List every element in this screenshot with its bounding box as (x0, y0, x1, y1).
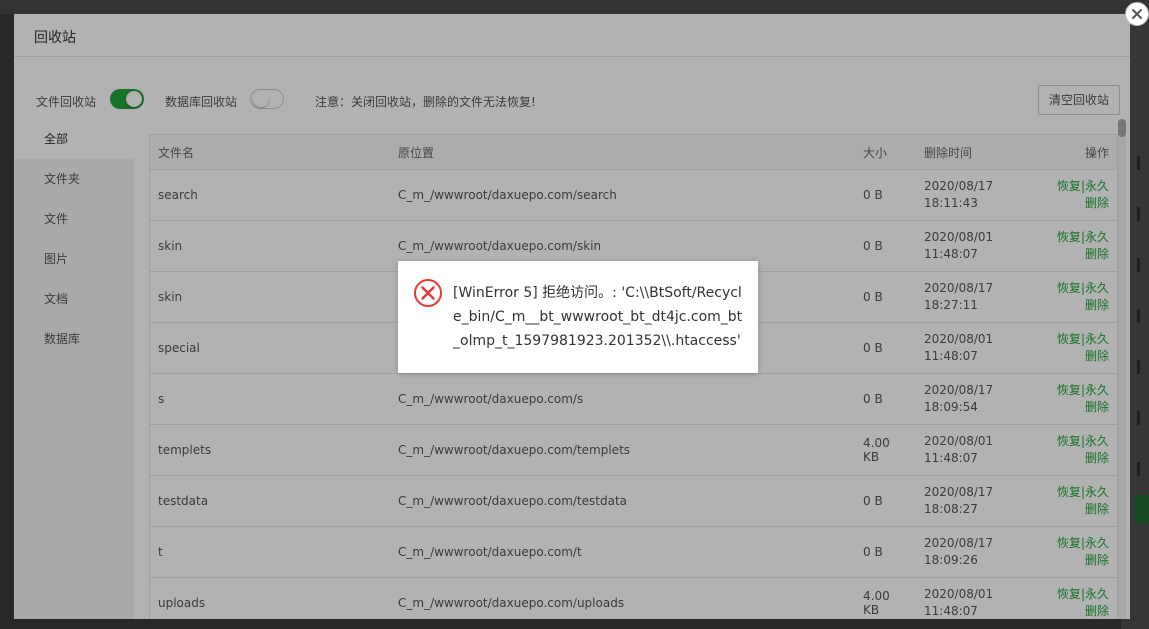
error-circle-icon (414, 279, 442, 307)
error-message-text: [WinError 5] 拒绝访问。: 'C:\\BtSoft/Recycle_… (453, 285, 743, 349)
error-message-box: [WinError 5] 拒绝访问。: 'C:\\BtSoft/Recycle_… (398, 261, 758, 373)
close-dialog-button[interactable] (1125, 2, 1149, 26)
close-icon (1132, 9, 1142, 19)
